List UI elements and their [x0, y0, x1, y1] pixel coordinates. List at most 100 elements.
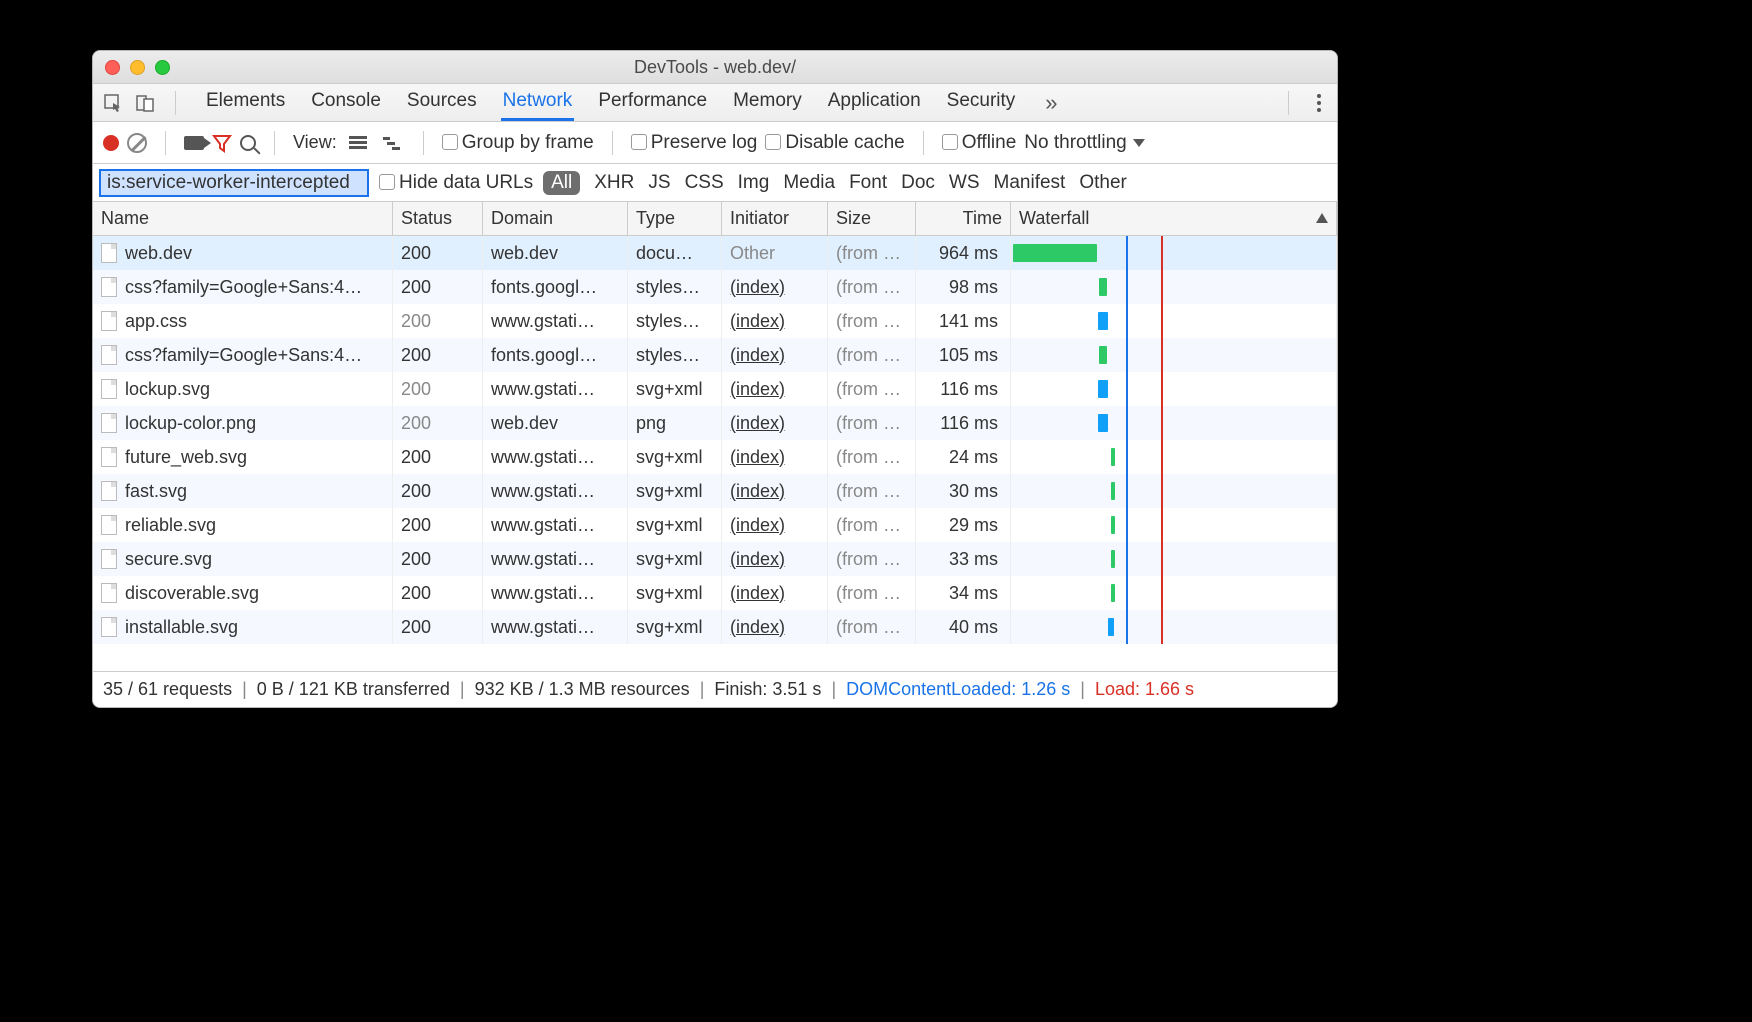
- search-icon[interactable]: [240, 135, 256, 151]
- request-initiator[interactable]: (index): [730, 515, 785, 536]
- filter-input[interactable]: [99, 169, 369, 197]
- clear-button[interactable]: [127, 133, 147, 153]
- timing-bar: [1111, 550, 1115, 568]
- file-icon: [101, 481, 117, 501]
- tab-elements[interactable]: Elements: [204, 84, 287, 121]
- domcontentloaded-line: [1126, 338, 1128, 372]
- request-type: svg+xml: [628, 440, 722, 474]
- screenshots-icon[interactable]: [184, 136, 204, 150]
- file-icon: [101, 617, 117, 637]
- request-initiator[interactable]: (index): [730, 345, 785, 366]
- overview-icon[interactable]: [379, 133, 405, 153]
- request-status: 200: [393, 304, 483, 338]
- request-type: svg+xml: [628, 372, 722, 406]
- panel-tabs-bar: Elements Console Sources Network Performance…: [93, 84, 1337, 122]
- request-name: lockup.svg: [125, 379, 210, 400]
- request-row[interactable]: app.css200www.gstati…styles…(index)(from…: [93, 304, 1337, 338]
- request-row[interactable]: css?family=Google+Sans:4…200fonts.googl……: [93, 270, 1337, 304]
- column-header-waterfall[interactable]: Waterfall: [1011, 202, 1337, 235]
- throttling-select[interactable]: No throttling: [1024, 132, 1144, 154]
- request-row[interactable]: fast.svg200www.gstati…svg+xml(index)(fro…: [93, 474, 1337, 508]
- device-toolbar-icon[interactable]: [133, 91, 157, 115]
- request-row[interactable]: installable.svg200www.gstati…svg+xml(ind…: [93, 610, 1337, 644]
- request-row[interactable]: css?family=Google+Sans:4…200fonts.googl……: [93, 338, 1337, 372]
- column-header-initiator[interactable]: Initiator: [722, 202, 828, 235]
- record-button[interactable]: [103, 135, 119, 151]
- settings-menu-icon[interactable]: [1309, 94, 1329, 112]
- hide-data-urls-checkbox[interactable]: Hide data URLs: [379, 172, 533, 194]
- request-row[interactable]: web.dev200web.devdocu…Other(from …964 ms: [93, 236, 1337, 270]
- more-tabs-icon[interactable]: »: [1039, 91, 1063, 115]
- request-row[interactable]: secure.svg200www.gstati…svg+xml(index)(f…: [93, 542, 1337, 576]
- request-status: 200: [393, 440, 483, 474]
- filter-type-manifest[interactable]: Manifest: [994, 172, 1066, 194]
- request-status: 200: [393, 372, 483, 406]
- tab-memory[interactable]: Memory: [731, 84, 804, 121]
- request-name: css?family=Google+Sans:4…: [125, 345, 362, 366]
- request-domain: web.dev: [483, 406, 628, 440]
- column-header-size[interactable]: Size: [828, 202, 916, 235]
- request-type: docu…: [628, 236, 722, 270]
- sort-asc-icon: [1316, 213, 1328, 223]
- filter-type-media[interactable]: Media: [783, 172, 835, 194]
- request-status: 200: [393, 576, 483, 610]
- timing-bar: [1111, 448, 1115, 466]
- tab-sources[interactable]: Sources: [405, 84, 479, 121]
- request-initiator[interactable]: (index): [730, 481, 785, 502]
- tab-application[interactable]: Application: [826, 84, 923, 121]
- domcontentloaded-line: [1126, 406, 1128, 440]
- filter-toggle-icon[interactable]: [212, 133, 232, 153]
- offline-checkbox[interactable]: Offline: [942, 132, 1017, 154]
- disable-cache-checkbox[interactable]: Disable cache: [765, 132, 904, 154]
- tab-network[interactable]: Network: [501, 84, 575, 121]
- filter-type-ws[interactable]: WS: [949, 172, 980, 194]
- preserve-log-checkbox[interactable]: Preserve log: [631, 132, 758, 154]
- domcontentloaded-line: [1126, 270, 1128, 304]
- column-header-name[interactable]: Name: [93, 202, 393, 235]
- filter-type-all[interactable]: All: [543, 171, 580, 195]
- request-row[interactable]: future_web.svg200www.gstati…svg+xml(inde…: [93, 440, 1337, 474]
- filter-type-css[interactable]: CSS: [685, 172, 724, 194]
- request-row[interactable]: discoverable.svg200www.gstati…svg+xml(in…: [93, 576, 1337, 610]
- request-row[interactable]: reliable.svg200www.gstati…svg+xml(index)…: [93, 508, 1337, 542]
- request-initiator[interactable]: (index): [730, 311, 785, 332]
- column-header-status[interactable]: Status: [393, 202, 483, 235]
- column-header-domain[interactable]: Domain: [483, 202, 628, 235]
- request-initiator[interactable]: (index): [730, 413, 785, 434]
- request-status: 200: [393, 270, 483, 304]
- tab-performance[interactable]: Performance: [596, 84, 709, 121]
- tab-security[interactable]: Security: [945, 84, 1018, 121]
- column-header-type[interactable]: Type: [628, 202, 722, 235]
- request-row[interactable]: lockup-color.png200web.devpng(index)(fro…: [93, 406, 1337, 440]
- filter-type-other[interactable]: Other: [1079, 172, 1127, 194]
- tab-console[interactable]: Console: [309, 84, 383, 121]
- domcontentloaded-time: DOMContentLoaded: 1.26 s: [846, 679, 1070, 700]
- request-name: fast.svg: [125, 481, 187, 502]
- request-initiator[interactable]: (index): [730, 447, 785, 468]
- filter-type-doc[interactable]: Doc: [901, 172, 935, 194]
- request-initiator[interactable]: (index): [730, 379, 785, 400]
- request-initiator[interactable]: (index): [730, 277, 785, 298]
- timing-bar: [1108, 618, 1114, 636]
- filter-type-font[interactable]: Font: [849, 172, 887, 194]
- devtools-window: DevTools - web.dev/ ElementsConsoleSourc…: [92, 50, 1338, 708]
- request-row[interactable]: lockup.svg200www.gstati…svg+xml(index)(f…: [93, 372, 1337, 406]
- file-icon: [101, 243, 117, 263]
- group-by-frame-checkbox[interactable]: Group by frame: [442, 132, 594, 154]
- request-initiator[interactable]: (index): [730, 549, 785, 570]
- request-size: (from …: [828, 338, 916, 372]
- filter-type-js[interactable]: JS: [648, 172, 670, 194]
- inspect-icon[interactable]: [101, 91, 125, 115]
- column-header-time[interactable]: Time: [916, 202, 1011, 235]
- request-initiator[interactable]: (index): [730, 583, 785, 604]
- request-initiator[interactable]: (index): [730, 617, 785, 638]
- request-domain: web.dev: [483, 236, 628, 270]
- filter-type-img[interactable]: Img: [738, 172, 770, 194]
- large-rows-icon[interactable]: [345, 133, 371, 153]
- file-icon: [101, 549, 117, 569]
- filter-type-xhr[interactable]: XHR: [594, 172, 634, 194]
- load-time: Load: 1.66 s: [1095, 679, 1194, 700]
- domcontentloaded-line: [1126, 440, 1128, 474]
- request-size: (from …: [828, 372, 916, 406]
- request-type: svg+xml: [628, 576, 722, 610]
